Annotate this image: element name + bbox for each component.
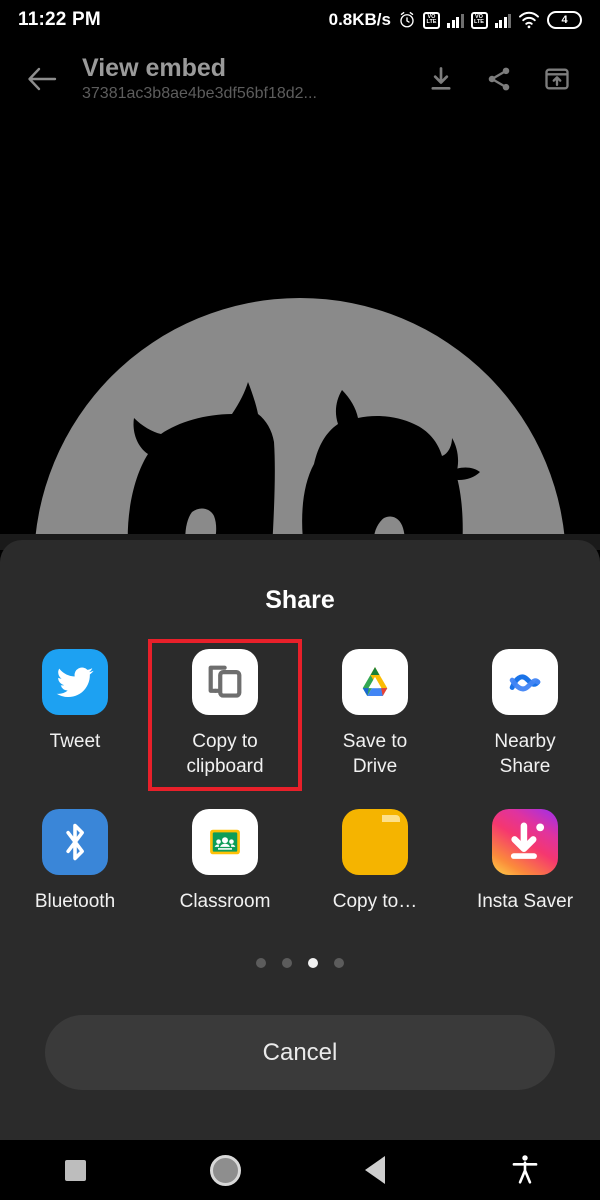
insta-saver-icon [492, 809, 558, 875]
share-target-save-to-drive[interactable]: Save to Drive [300, 641, 450, 789]
share-target-label: Bluetooth [34, 891, 116, 912]
phone-screen: 11:22 PM 0.8KB/s VO LTE VO LTE 4 View em… [0, 0, 600, 1200]
status-bar: 11:22 PM 0.8KB/s VO LTE VO LTE 4 [0, 0, 600, 40]
share-target-label: Classroom [179, 891, 271, 912]
share-target-label: Copy to clipboard [186, 731, 264, 777]
share-target-label: Insta Saver [476, 891, 574, 912]
page-title: View embed [82, 54, 227, 82]
volte-sim1-icon: VO LTE [423, 11, 440, 29]
signal-bars-sim1-icon [447, 12, 464, 28]
alarm-clock-icon [398, 11, 416, 29]
circle-home-icon[interactable] [150, 1154, 300, 1186]
share-target-copy-to-clipboard[interactable]: Copy to clipboard [148, 639, 302, 791]
nearby-share-icon [492, 649, 558, 715]
cancel-button[interactable]: Cancel [45, 1015, 555, 1090]
accessibility-icon[interactable] [450, 1154, 600, 1186]
share-targets-grid: Tweet Copy to clipboard Save to Drive Ne… [0, 639, 600, 924]
status-clock: 11:22 PM [18, 9, 101, 30]
square-recents-icon[interactable] [0, 1159, 150, 1181]
google-drive-icon [342, 649, 408, 715]
download-icon[interactable] [412, 50, 470, 108]
share-target-classroom[interactable]: Classroom [150, 801, 300, 924]
google-classroom-icon [192, 809, 258, 875]
cat-silhouettes [0, 382, 600, 550]
page-dot-2[interactable] [282, 958, 292, 968]
open-external-icon[interactable] [528, 50, 586, 108]
app-bar-titles: View embed 37381ac3b8ae4be3df56bf18d2... [70, 53, 412, 105]
bluetooth-icon [42, 809, 108, 875]
share-target-label: Save to Drive [342, 731, 408, 777]
status-icons: 0.8KB/s VO LTE VO LTE 4 [329, 10, 582, 30]
back-arrow-icon[interactable] [14, 51, 70, 107]
share-target-insta-saver[interactable]: Insta Saver [450, 801, 600, 924]
share-target-label: Copy to… [332, 891, 418, 912]
triangle-back-icon[interactable] [300, 1156, 450, 1184]
signal-bars-sim2-icon [494, 12, 511, 28]
embed-artwork [0, 120, 600, 550]
share-target-copy-to-folder[interactable]: Copy to… [300, 801, 450, 924]
app-bar: View embed 37381ac3b8ae4be3df56bf18d2... [0, 44, 600, 114]
volte-sim2-icon: VO LTE [470, 11, 488, 29]
page-dot-4[interactable] [334, 958, 344, 968]
network-speed-text: 0.8KB/s [328, 10, 391, 29]
share-target-label: Tweet [49, 731, 101, 752]
volte-sim2-bottom: LTE [474, 19, 484, 25]
page-dot-1[interactable] [256, 958, 266, 968]
share-sheet: Share Tweet Copy to clipboard Save to Dr… [0, 540, 600, 1140]
folder-icon [342, 809, 408, 875]
share-target-label: Nearby Share [494, 731, 556, 777]
share-target-tweet[interactable]: Tweet [0, 641, 150, 789]
share-target-bluetooth[interactable]: Bluetooth [0, 801, 150, 924]
copy-to-clipboard-icon [192, 649, 258, 715]
share-target-nearby-share[interactable]: Nearby Share [450, 641, 600, 789]
battery-level-text: 4 [561, 14, 568, 26]
wifi-icon [518, 11, 540, 29]
system-navigation-bar [0, 1140, 600, 1200]
page-indicator-dots[interactable] [0, 958, 600, 968]
share-icon[interactable] [470, 50, 528, 108]
page-subtitle: 37381ac3b8ae4be3df56bf18d2... [82, 85, 317, 102]
share-sheet-title: Share [265, 586, 335, 614]
page-dot-3-active[interactable] [308, 958, 318, 968]
volte-sim1-bottom: LTE [426, 19, 437, 25]
twitter-icon [42, 649, 108, 715]
battery-indicator: 4 [547, 11, 582, 29]
